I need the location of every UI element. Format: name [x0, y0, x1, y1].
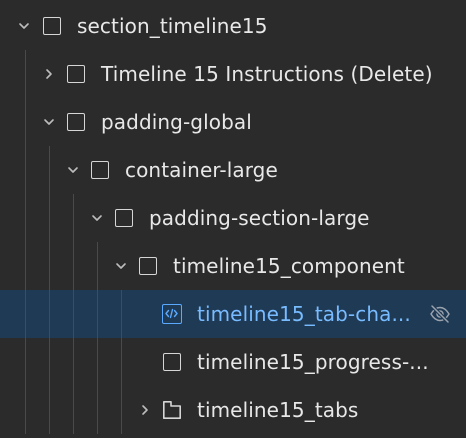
- tree-guide-line: [73, 338, 74, 386]
- tree-guide-line: [49, 386, 50, 434]
- tree-guide-line: [73, 386, 74, 434]
- tree-row-label: timeline15_tabs: [197, 398, 359, 422]
- code-embed-icon: [162, 304, 182, 324]
- tree-guide-line: [25, 338, 26, 386]
- eye-slash-icon[interactable]: [428, 303, 452, 325]
- tree-guide-line: [97, 290, 98, 338]
- tree-guide-line: [49, 242, 50, 290]
- tree-row-timeline15-component[interactable]: timeline15_component: [0, 242, 466, 290]
- chevron-right-icon[interactable]: [138, 403, 152, 417]
- tree-guide-line: [97, 338, 98, 386]
- tree-guide-line: [121, 386, 122, 434]
- element-box-icon: [139, 257, 157, 275]
- tabs-component-icon: [163, 401, 181, 419]
- tree-guide-line: [25, 50, 26, 98]
- tree-row-section-timeline15[interactable]: section_timeline15: [0, 2, 466, 50]
- chevron-down-icon[interactable]: [42, 115, 56, 129]
- tree-row-label: timeline15_component: [173, 254, 405, 278]
- tree-guide-line: [97, 242, 98, 290]
- tree-guide-line: [25, 242, 26, 290]
- tree-guide-line: [73, 242, 74, 290]
- tree-row-label: timeline15_progress-...: [197, 350, 429, 374]
- element-box-icon: [163, 353, 181, 371]
- element-box-icon: [115, 209, 133, 227]
- chevron-down-icon[interactable]: [17, 19, 31, 33]
- tree-guide-line: [25, 194, 26, 242]
- tree-row-label: container-large: [125, 158, 278, 182]
- element-box-icon: [91, 161, 109, 179]
- tree-guide-line: [73, 194, 74, 242]
- chevron-right-icon[interactable]: [42, 67, 56, 81]
- tree-guide-line: [25, 386, 26, 434]
- tree-guide-line: [25, 290, 26, 338]
- tree-row-timeline15-tabs[interactable]: timeline15_tabs: [0, 386, 466, 434]
- tree-guide-line: [121, 290, 122, 338]
- tree-row-timeline-15-instructions[interactable]: Timeline 15 Instructions (Delete): [0, 50, 466, 98]
- tree-row-timeline15-progress[interactable]: timeline15_progress-...: [0, 338, 466, 386]
- tree-row-timeline15-tab-change[interactable]: timeline15_tab-cha...: [0, 290, 466, 338]
- tree-row-label: Timeline 15 Instructions (Delete): [101, 62, 433, 86]
- chevron-down-icon[interactable]: [114, 259, 128, 273]
- tree-guide-line: [49, 290, 50, 338]
- tree-guide-line: [73, 290, 74, 338]
- tree-guide-line: [121, 338, 122, 386]
- tree-guide-line: [49, 338, 50, 386]
- tree-guide-line: [25, 98, 26, 146]
- tree-row-container-large[interactable]: container-large: [0, 146, 466, 194]
- tree-row-label: padding-global: [101, 110, 252, 134]
- tree-row-label: padding-section-large: [149, 206, 370, 230]
- navigator-tree: section_timeline15 Timeline 15 Instructi…: [0, 0, 466, 438]
- element-box-icon: [67, 65, 85, 83]
- tree-row-padding-section-large[interactable]: padding-section-large: [0, 194, 466, 242]
- tree-guide-line: [25, 146, 26, 194]
- tree-row-padding-global[interactable]: padding-global: [0, 98, 466, 146]
- chevron-down-icon[interactable]: [90, 211, 104, 225]
- tree-guide-line: [97, 386, 98, 434]
- tree-row-label: timeline15_tab-cha...: [197, 302, 411, 326]
- tree-guide-line: [49, 194, 50, 242]
- tree-row-label: section_timeline15: [77, 14, 268, 38]
- tree-guide-line: [49, 146, 50, 194]
- element-box-icon: [43, 17, 61, 35]
- chevron-down-icon[interactable]: [66, 163, 80, 177]
- element-box-icon: [67, 113, 85, 131]
